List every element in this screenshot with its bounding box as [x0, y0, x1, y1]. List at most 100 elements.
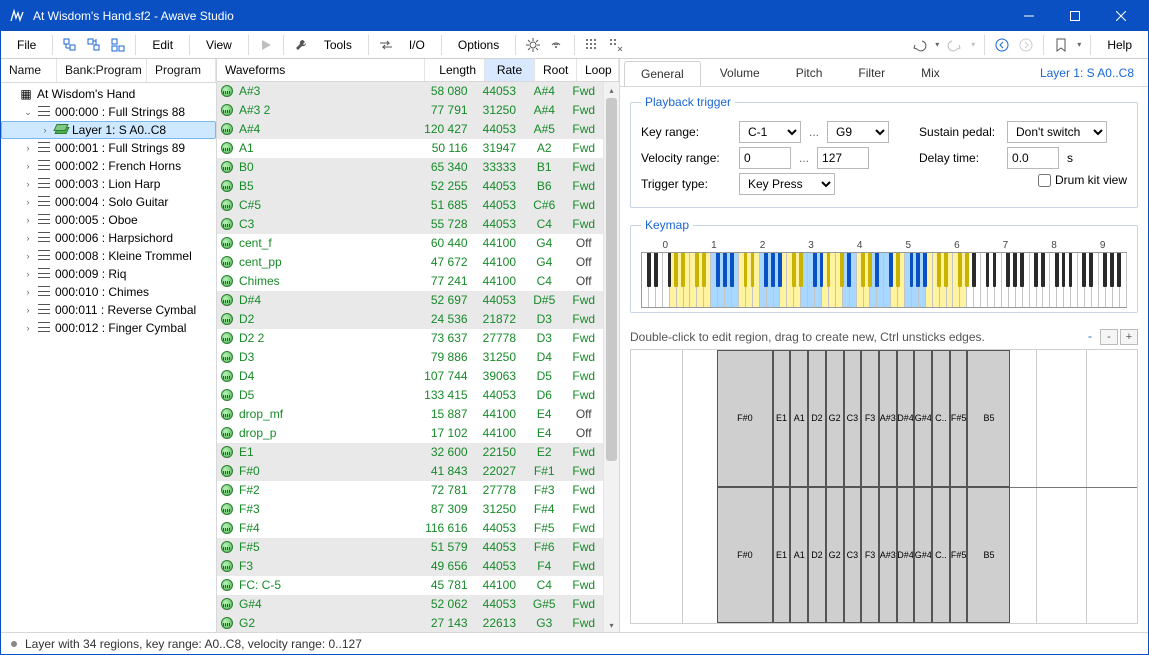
tab-pitch[interactable]: Pitch [779, 60, 840, 85]
region-cell[interactable]: A1 [790, 487, 808, 624]
region-cell[interactable]: E1 [773, 487, 791, 624]
tree-item[interactable]: ⌄000:000 : Full Strings 88 [1, 103, 216, 121]
region-cell[interactable]: F#0 [717, 487, 773, 624]
menu-help[interactable]: Help [1097, 35, 1142, 55]
waveform-row[interactable]: D379 88631250D4Fwd [217, 348, 603, 367]
waveform-row[interactable]: G227 14322613G3Fwd [217, 614, 603, 632]
th-program[interactable]: Program [147, 59, 216, 82]
minimize-button[interactable] [1006, 1, 1052, 31]
maximize-button[interactable] [1052, 1, 1098, 31]
wh-name[interactable]: Waveforms [217, 59, 425, 81]
tab-filter[interactable]: Filter [841, 60, 902, 85]
region-cell[interactable]: D#4 [897, 487, 915, 624]
waveform-row[interactable]: D2 273 63727778D3Fwd [217, 329, 603, 348]
tree-collapse-icon[interactable] [59, 34, 81, 56]
waveform-row[interactable]: F#4116 61644053F#5Fwd [217, 519, 603, 538]
tree-expand-icon[interactable] [83, 34, 105, 56]
grid1-icon[interactable] [581, 34, 603, 56]
waveform-row[interactable]: C#551 68544053C#6Fwd [217, 196, 603, 215]
region-cell[interactable]: B5 [967, 487, 1010, 624]
play-icon[interactable] [255, 34, 277, 56]
region-cell[interactable]: F#0 [717, 350, 773, 487]
region-cell[interactable]: F#5 [950, 350, 968, 487]
scroll-up-icon[interactable]: ▴ [604, 82, 619, 98]
waveform-row[interactable]: F#551 57944053F#6Fwd [217, 538, 603, 557]
scroll-thumb[interactable] [606, 98, 617, 461]
wh-rate[interactable]: Rate [485, 59, 535, 81]
tree-item[interactable]: ›000:003 : Lion Harp [1, 175, 216, 193]
region-cell[interactable]: F3 [861, 487, 879, 624]
zoom-out-button[interactable]: - [1100, 329, 1118, 345]
vel-lo-input[interactable] [739, 147, 791, 169]
region-cell[interactable]: G2 [826, 487, 844, 624]
region-cell[interactable]: A1 [790, 350, 808, 487]
tree-item[interactable]: ›000:004 : Solo Guitar [1, 193, 216, 211]
tree-layer[interactable]: ›Layer 1: S A0..C8 [1, 121, 216, 139]
region-cell[interactable]: D2 [808, 487, 826, 624]
menu-io[interactable]: I/O [399, 35, 435, 55]
tree-toggle-icon[interactable] [107, 34, 129, 56]
tab-general[interactable]: General [624, 61, 701, 86]
region-grid[interactable]: F#0E1A1D2G2C3F3A#3D#4G#4C..F#5B5F#0E1A1D… [630, 349, 1138, 624]
region-cell[interactable]: G#4 [914, 350, 932, 487]
nav-fwd-icon[interactable] [1015, 34, 1037, 56]
menu-options[interactable]: Options [448, 35, 509, 55]
menu-edit[interactable]: Edit [142, 35, 183, 55]
piano-keyboard[interactable] [641, 252, 1127, 308]
waveform-row[interactable]: A#4120 42744053A#5Fwd [217, 120, 603, 139]
region-cell[interactable]: G#4 [914, 487, 932, 624]
waveform-list[interactable]: A#358 08044053A#4FwdA#3 277 79131250A#4F… [217, 82, 603, 632]
tree-item[interactable]: ›000:012 : Finger Cymbal [1, 319, 216, 337]
tree-item[interactable]: ›000:011 : Reverse Cymbal [1, 301, 216, 319]
tab-volume[interactable]: Volume [703, 60, 777, 85]
waveform-row[interactable]: FC: C-545 78144100C4Fwd [217, 576, 603, 595]
waveform-row[interactable]: cent_f60 44044100G4Off [217, 234, 603, 253]
region-cell[interactable]: C.. [932, 487, 950, 624]
waveform-row[interactable]: F#041 84322027F#1Fwd [217, 462, 603, 481]
region-cell[interactable]: C3 [844, 350, 862, 487]
grid2-icon[interactable] [605, 34, 627, 56]
waveform-row[interactable]: D5133 41544053D6Fwd [217, 386, 603, 405]
undo-icon[interactable] [908, 34, 930, 56]
region-cell[interactable]: C.. [932, 350, 950, 487]
key-lo-select[interactable]: C-1 [739, 121, 801, 143]
menu-view[interactable]: View [196, 35, 242, 55]
waveform-row[interactable]: F#387 30931250F#4Fwd [217, 500, 603, 519]
tree-item[interactable]: ›000:005 : Oboe [1, 211, 216, 229]
vel-hi-input[interactable] [817, 147, 869, 169]
wh-length[interactable]: Length [425, 59, 485, 81]
waveform-row[interactable]: A150 11631947A2Fwd [217, 139, 603, 158]
region-cell[interactable]: F3 [861, 350, 879, 487]
tree-item[interactable]: ›000:009 : Riq [1, 265, 216, 283]
region-cell[interactable]: G2 [826, 350, 844, 487]
region-cell[interactable]: D2 [808, 350, 826, 487]
region-cell[interactable]: C3 [844, 487, 862, 624]
wh-loop[interactable]: Loop [577, 59, 619, 81]
scrollbar[interactable]: ▴ ▾ [603, 82, 619, 632]
region-cell[interactable]: D#4 [897, 350, 915, 487]
scroll-down-icon[interactable]: ▾ [604, 617, 619, 632]
redo-icon[interactable] [944, 34, 966, 56]
waveform-row[interactable]: A#358 08044053A#4Fwd [217, 82, 603, 101]
waveform-row[interactable]: cent_pp47 67244100G4Off [217, 253, 603, 272]
io-arrows-icon[interactable] [375, 34, 397, 56]
region-cell[interactable]: A#3 [879, 487, 897, 624]
wrench-icon[interactable] [290, 34, 312, 56]
zoom-in-button[interactable]: + [1120, 329, 1138, 345]
waveform-row[interactable]: A#3 277 79131250A#4Fwd [217, 101, 603, 120]
tab-mix[interactable]: Mix [904, 60, 957, 85]
waveform-row[interactable]: C355 72844053C4Fwd [217, 215, 603, 234]
delay-input[interactable] [1007, 147, 1059, 169]
sustain-select[interactable]: Don't switch [1007, 121, 1107, 143]
region-cell[interactable]: A#3 [879, 350, 897, 487]
tree-item[interactable]: ›000:010 : Chimes [1, 283, 216, 301]
menu-file[interactable]: File [7, 35, 46, 55]
waveform-row[interactable]: F#272 78127778F#3Fwd [217, 481, 603, 500]
th-name[interactable]: Name [1, 59, 57, 82]
nav-back-icon[interactable] [991, 34, 1013, 56]
waveform-row[interactable]: drop_mf15 88744100E4Off [217, 405, 603, 424]
drumkit-checkbox[interactable]: Drum kit view [1038, 173, 1127, 187]
tree-root[interactable]: ▦At Wisdom's Hand [1, 85, 216, 103]
gear-icon[interactable] [522, 34, 544, 56]
waveform-row[interactable]: D224 53621872D3Fwd [217, 310, 603, 329]
